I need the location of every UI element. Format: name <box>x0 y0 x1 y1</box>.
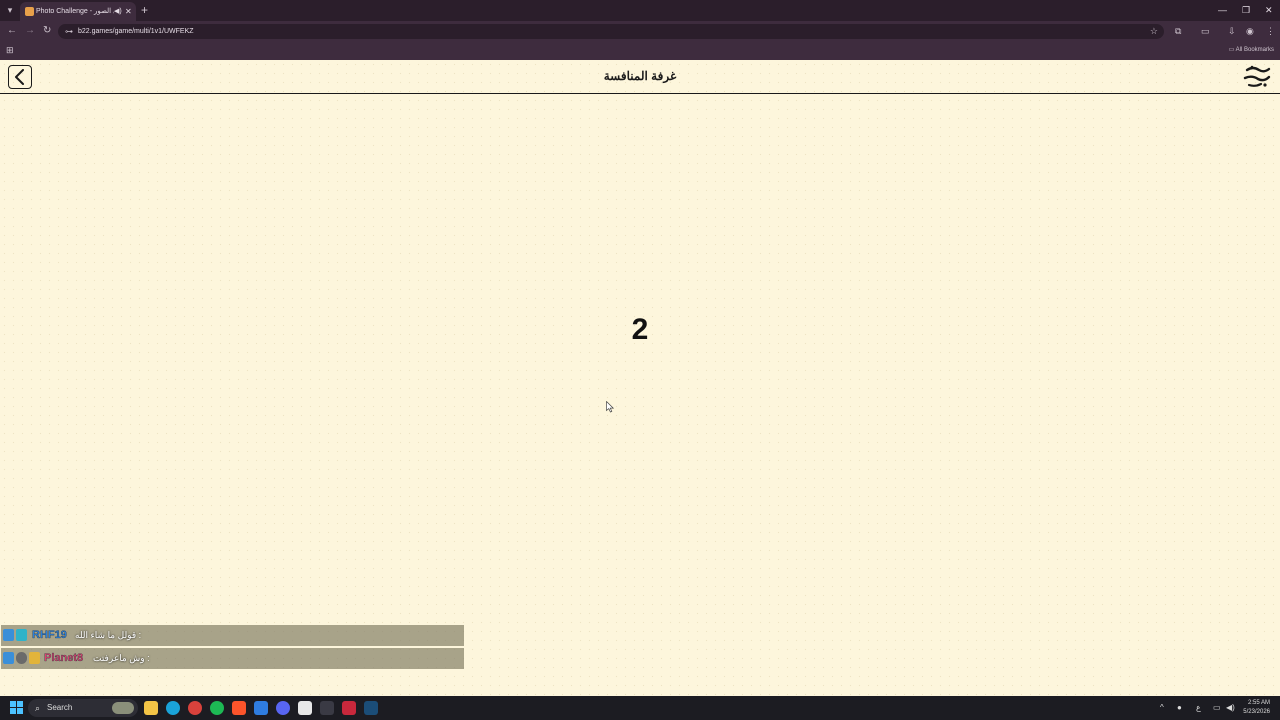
apps-grid-icon[interactable]: ⊞ <box>6 45 14 56</box>
taskbar: ⌕ Search ^ ● ع ▭ ◀) 2:55 AM 5/23/2026 <box>0 696 1280 720</box>
code-badge-icon <box>16 629 27 641</box>
all-bookmarks-button[interactable]: ▭ All Bookmarks <box>1229 45 1274 56</box>
discord-icon[interactable] <box>276 701 290 715</box>
reload-icon[interactable]: ↻ <box>43 24 51 38</box>
start-button[interactable] <box>10 701 23 714</box>
extensions-icon[interactable]: ⧉ <box>1175 25 1181 37</box>
search-highlight-image <box>112 702 134 714</box>
tray-overflow-icon[interactable]: ^ <box>1160 702 1164 714</box>
app-icon[interactable] <box>298 701 312 715</box>
tab-favicon-icon <box>25 7 34 16</box>
media-app-icon[interactable] <box>342 701 356 715</box>
browser-toolbar: ← → ↻ ⊶ b22.games/game/multi/1v1/UWFEKZ … <box>0 21 1280 41</box>
restore-icon[interactable]: ❐ <box>1242 3 1250 17</box>
chat-message: RHF19 : قولل ما شاء الله <box>1 625 464 646</box>
new-tab-icon[interactable]: + <box>141 3 148 17</box>
address-bar[interactable]: ⊶ b22.games/game/multi/1v1/UWFEKZ ☆ <box>58 24 1164 39</box>
menu-icon[interactable]: ⋮ <box>1266 25 1275 37</box>
forward-icon[interactable]: → <box>25 24 35 38</box>
speaker-icon[interactable]: ◀) <box>114 6 122 17</box>
microphone-icon[interactable]: ● <box>1177 702 1182 714</box>
chat-message: Planet8 : وش ماعرفتت <box>1 648 464 669</box>
store-icon[interactable] <box>254 701 268 715</box>
search-placeholder: Search <box>47 703 73 712</box>
site-info-icon[interactable]: ⊶ <box>65 25 73 38</box>
tab-close-icon[interactable]: ✕ <box>125 6 132 17</box>
browser-tabstrip: ▾ Photo Challenge - تحدي الصور ◀) ✕ + — … <box>0 0 1280 21</box>
file-explorer-icon[interactable] <box>144 701 158 715</box>
chat-username: Planet8 <box>44 652 84 664</box>
system-clock[interactable]: 2:55 AM 5/23/2026 <box>1230 699 1270 717</box>
chat-text: : وش ماعرفتت <box>93 653 150 663</box>
brave-icon[interactable] <box>232 701 246 715</box>
chevron-left-icon <box>15 69 24 85</box>
gear-badge-icon <box>16 652 27 664</box>
bookmarks-bar: ⊞ ▭ All Bookmarks <box>0 41 1280 60</box>
edge-icon[interactable] <box>166 701 180 715</box>
mouse-cursor-icon <box>606 401 614 413</box>
chat-text: : قولل ما شاء الله <box>75 630 142 640</box>
cast-icon[interactable]: ▭ <box>1201 25 1210 37</box>
spotify-icon[interactable] <box>210 701 224 715</box>
profile-icon[interactable]: ◉ <box>1246 25 1254 37</box>
globe-badge-icon <box>3 629 14 641</box>
browser-tab-active[interactable]: Photo Challenge - تحدي الصور ◀) ✕ <box>20 2 136 21</box>
url-text: b22.games/game/multi/1v1/UWFEKZ <box>78 28 194 35</box>
bookmark-star-icon[interactable]: ☆ <box>1150 25 1158 38</box>
downloads-icon[interactable]: ⇩ <box>1228 25 1236 37</box>
chat-username: RHF19 <box>32 629 67 641</box>
terminal-icon[interactable] <box>320 701 334 715</box>
game-page: غرفة المنافسة 2 RHF19 : قولل ما شاء الله <box>0 60 1280 696</box>
close-window-icon[interactable]: ✕ <box>1265 3 1273 17</box>
clock-date: 5/23/2026 <box>1243 709 1270 715</box>
taskbar-search[interactable]: ⌕ Search <box>28 699 138 717</box>
steam-icon[interactable] <box>364 701 378 715</box>
network-icon[interactable]: ▭ <box>1213 702 1221 714</box>
chrome-icon[interactable] <box>188 701 202 715</box>
globe-badge-icon <box>3 652 14 664</box>
tab-title: Photo Challenge - تحدي الصور <box>36 8 114 15</box>
countdown-number: 2 <box>631 313 649 346</box>
page-title: غرفة المنافسة <box>603 69 677 83</box>
all-bookmarks-label: All Bookmarks <box>1235 47 1274 53</box>
page-header: غرفة المنافسة <box>0 60 1280 94</box>
search-icon: ⌕ <box>35 703 41 713</box>
back-button[interactable] <box>8 65 32 89</box>
language-icon[interactable]: ع <box>1196 702 1201 714</box>
chat-overlay: RHF19 : قولل ما شاء الله Planet8 : وش ما… <box>1 625 464 671</box>
minimize-icon[interactable]: — <box>1218 3 1227 17</box>
tab-search-icon[interactable]: ▾ <box>4 4 16 16</box>
crown-badge-icon <box>29 652 40 664</box>
back-icon[interactable]: ← <box>7 24 17 38</box>
site-logo[interactable] <box>1241 64 1273 90</box>
site-logo-icon <box>1243 65 1271 87</box>
clock-time: 2:55 AM <box>1247 700 1270 706</box>
